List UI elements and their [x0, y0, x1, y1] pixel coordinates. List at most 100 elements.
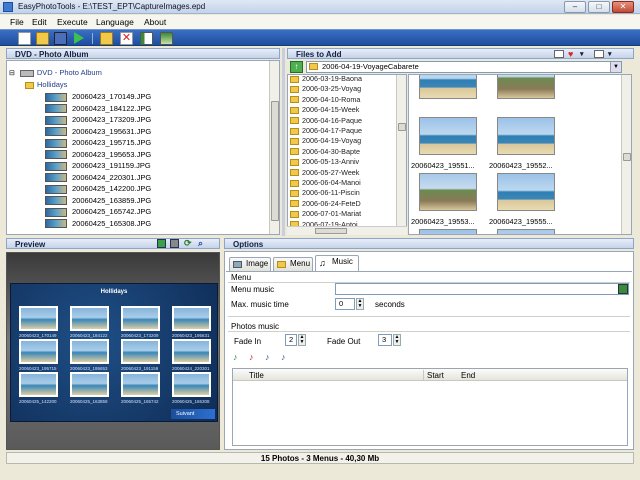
chevron-down-icon[interactable]: ▼ — [610, 62, 621, 72]
photo-cell[interactable] — [411, 75, 493, 105]
run-icon[interactable] — [74, 32, 84, 44]
delete-icon[interactable]: ✕ — [120, 32, 133, 45]
file-list-item[interactable]: 20060423_173209.JPG — [45, 114, 151, 125]
photo-cell[interactable]: 20060423_19553... — [411, 173, 493, 226]
folder-list-item[interactable]: 2006-05-27-Week — [290, 168, 359, 178]
photo-cell[interactable]: 20060423_19552... — [489, 117, 571, 170]
export-icon[interactable] — [100, 32, 113, 45]
menu-about[interactable]: About — [144, 17, 166, 27]
max-time-input[interactable]: 0 — [335, 298, 355, 310]
maximize-button[interactable]: □ — [588, 1, 610, 13]
tab-menu[interactable]: Menu — [273, 257, 313, 271]
menu-file[interactable]: File — [10, 17, 24, 27]
menu-execute[interactable]: Execute — [57, 17, 88, 27]
folder-list-item[interactable]: 2006-04-30-Bapte — [290, 147, 360, 157]
file-list-item[interactable]: 20060425_165742.JPG — [45, 206, 151, 217]
preview-thumbnail[interactable] — [19, 372, 58, 397]
menu-edit[interactable]: Edit — [32, 17, 47, 27]
folder-list-item[interactable]: 2006-04-15-Week — [290, 105, 359, 115]
column-start[interactable]: Start — [427, 371, 444, 380]
folder-list-item[interactable]: 2006-04-19-Voyag — [290, 136, 361, 146]
sort-icon[interactable] — [140, 32, 153, 45]
photo-cell[interactable] — [489, 229, 571, 234]
menu-language[interactable]: Language — [96, 17, 134, 27]
fade-in-spinner[interactable]: ▲ ▼ — [298, 334, 306, 346]
photo-cell[interactable] — [411, 229, 493, 234]
file-list-item[interactable]: 20060425_163859.JPG — [45, 195, 151, 206]
browse-music-icon[interactable] — [618, 284, 628, 294]
preview-thumbnail[interactable] — [70, 306, 109, 331]
folder-list-item[interactable]: 2006-06-11-Piscin — [290, 188, 360, 198]
fit-icon[interactable] — [157, 239, 166, 248]
photo-cell[interactable]: 20060423_19551... — [411, 117, 493, 170]
column-title[interactable]: Title — [249, 371, 264, 380]
folder-scrollbar[interactable] — [396, 75, 406, 234]
album-tree[interactable]: ⊟ DVD - Photo Album Hollidays 20060423_1… — [6, 60, 280, 235]
preview-thumbnail[interactable] — [19, 339, 58, 364]
fade-in-input[interactable]: 2 — [285, 334, 297, 346]
preview-thumbnail[interactable] — [172, 339, 211, 364]
next-button[interactable]: Suivant — [171, 409, 215, 419]
file-list-item[interactable]: 20060423_195631.JPG — [45, 126, 151, 137]
file-list-item[interactable]: 20060425_165308.JPG — [45, 218, 151, 229]
file-list-item[interactable]: 20060425_142200.JPG — [45, 183, 151, 194]
minimize-button[interactable]: – — [564, 1, 586, 13]
folder-list-item[interactable]: 2006-04-17-Paque — [290, 126, 362, 136]
preview-thumbnail[interactable] — [172, 306, 211, 331]
folder-list-item[interactable]: 2006-04-16-Paque — [290, 116, 362, 126]
tab-music[interactable]: ♫ Music — [315, 255, 359, 271]
preview-thumbnail[interactable] — [19, 306, 58, 331]
refresh-icon[interactable]: ⟳ — [184, 238, 192, 249]
folder-list[interactable]: 2006-03-19-Baona 2006-03-25-Voyag 2006-04-… — [287, 74, 407, 235]
file-list-item[interactable]: 20060423_195653.JPG — [45, 149, 151, 160]
chevron-down-icon[interactable]: ▾ — [580, 49, 584, 60]
folder-list-item[interactable]: 2006-03-19-Baona — [290, 75, 362, 84]
music-table[interactable]: Title Start End — [232, 368, 628, 446]
move-down-music-icon[interactable]: ♪ — [281, 352, 286, 362]
file-list-item[interactable]: 20060423_191159.JPG — [45, 160, 151, 171]
file-list-item[interactable]: 20060423_195715.JPG — [45, 137, 151, 148]
heart-icon[interactable]: ♥ — [568, 49, 573, 60]
preview-thumbnail[interactable] — [121, 306, 160, 331]
tab-image[interactable]: Image — [229, 257, 271, 271]
preview-thumbnail[interactable] — [121, 372, 160, 397]
fade-out-input[interactable]: 3 — [378, 334, 392, 346]
folder-list-item[interactable]: 2006-07-01-Mariat — [290, 209, 361, 219]
chevron-down-icon[interactable]: ▾ — [608, 49, 612, 60]
album-scrollbar[interactable] — [269, 61, 279, 234]
folder-list-item[interactable]: 2006-05-13-Anniv — [290, 157, 359, 167]
preview-thumbnail[interactable] — [172, 372, 211, 397]
new-icon[interactable] — [18, 32, 31, 45]
photo-cell[interactable]: 20060423_19555... — [489, 173, 571, 226]
tree-root[interactable]: ⊟ DVD - Photo Album — [9, 67, 102, 78]
close-button[interactable]: ✕ — [612, 1, 634, 13]
grid-icon[interactable] — [170, 239, 179, 248]
tree-folder-hollidays[interactable]: Hollidays — [25, 79, 67, 90]
zoom-icon[interactable]: ⌕ — [198, 238, 203, 249]
photo-scrollbar[interactable] — [621, 75, 631, 234]
folder-combo[interactable]: 2006-04-19-VoyageCabarete ▼ — [306, 61, 622, 73]
file-list-item[interactable]: 20060423_184122.JPG — [45, 103, 151, 114]
tree-icon[interactable] — [160, 32, 173, 45]
menu-music-input[interactable] — [335, 283, 629, 295]
folder-up-icon[interactable]: ↑ — [290, 61, 303, 73]
max-time-spinner[interactable]: ▲ ▼ — [356, 298, 364, 310]
file-list-item[interactable]: 20060424_220301.JPG — [45, 172, 151, 183]
view-icon[interactable] — [554, 50, 564, 58]
column-end[interactable]: End — [461, 371, 475, 380]
photo-cell[interactable] — [489, 75, 571, 105]
preview-thumbnail[interactable] — [121, 339, 160, 364]
photo-grid[interactable]: 20060423_19551... 20060423_19552... 200604… — [408, 74, 632, 235]
list-icon[interactable] — [594, 50, 604, 58]
fade-out-spinner[interactable]: ▲ ▼ — [393, 334, 401, 346]
folder-list-item[interactable]: 2006-06-04-Manoi — [290, 178, 361, 188]
add-music-icon[interactable]: ♪ — [233, 352, 238, 362]
remove-music-icon[interactable]: ♪ — [249, 352, 254, 362]
open-icon[interactable] — [36, 32, 49, 45]
folder-list-item[interactable]: 2006-04-10-Roma — [290, 95, 360, 105]
folder-list-item[interactable]: 2006-03-25-Voyag — [290, 84, 361, 94]
save-icon[interactable] — [54, 32, 67, 45]
folder-list-item[interactable]: 2006-06-24-FeteD — [290, 199, 361, 209]
folder-hscrollbar[interactable] — [287, 226, 407, 235]
preview-thumbnail[interactable] — [70, 372, 109, 397]
